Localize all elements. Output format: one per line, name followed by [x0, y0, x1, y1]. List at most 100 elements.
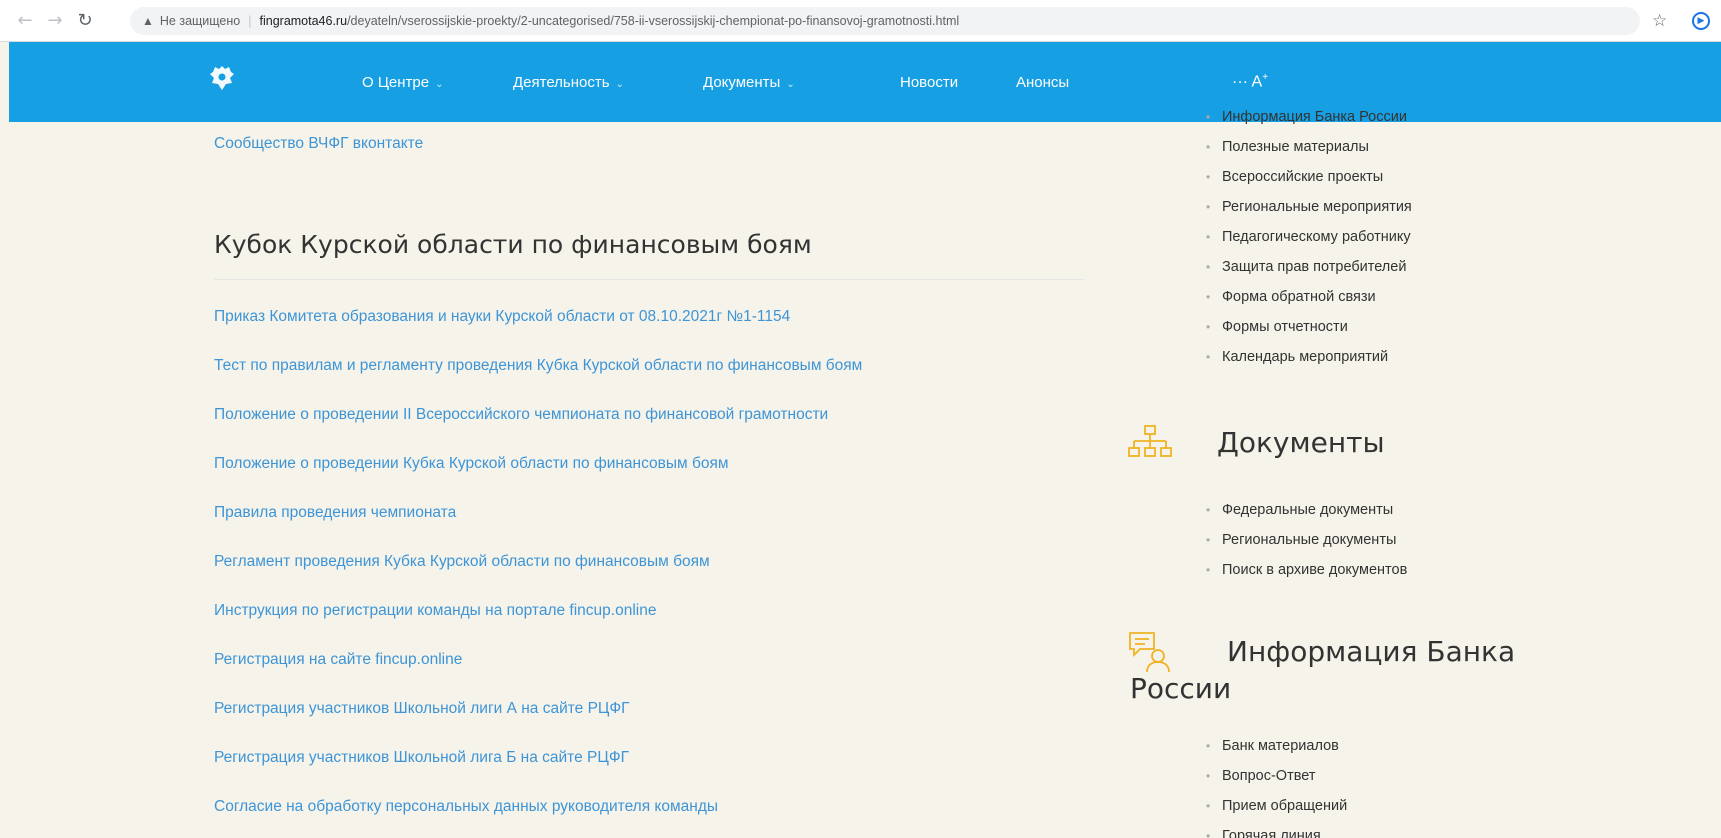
sidebar-item[interactable]: • Региональные документы [1206, 525, 1407, 555]
sidebar-bank-title-line1: Информация Банка [1227, 635, 1516, 668]
menu-announcements[interactable]: Анонсы [1016, 74, 1069, 91]
menu-activity-label: Деятельность [513, 74, 610, 91]
list-item: Тест по правилам и регламенту проведения… [214, 355, 862, 404]
menu-news-label: Новости [900, 74, 959, 91]
menu-announcements-label: Анонсы [1016, 74, 1070, 91]
vk-community-link[interactable]: Сообщество ВЧФГ вконтакте [214, 135, 423, 153]
main-content: Сообщество ВЧФГ вконтакте Кубок Курской … [0, 109, 1721, 838]
menu-about[interactable]: О Центре ⌄ [362, 74, 444, 91]
list-item: Положение о проведении II Всероссийского… [214, 404, 862, 453]
document-link[interactable]: Положение о проведении II Всероссийского… [214, 406, 828, 423]
sidebar-item[interactable]: • Форма обратной связи [1206, 282, 1412, 312]
list-item: Правила проведения чемпионата [214, 502, 862, 551]
bullet-icon: • [1206, 563, 1211, 577]
list-item: Согласие на обработку персональных данны… [214, 796, 862, 838]
menu-documents[interactable]: Документы ⌄ [703, 74, 795, 91]
document-link-list: Приказ Комитета образования и науки Курс… [214, 306, 862, 838]
sidebar-item-label: Прием обращений [1222, 798, 1348, 814]
sidebar-item[interactable]: • Всероссийские проекты [1206, 162, 1412, 192]
sidebar-item[interactable]: • Поиск в архиве документов [1206, 555, 1407, 585]
bullet-icon: • [1206, 140, 1211, 154]
bullet-icon: • [1206, 320, 1211, 334]
sidebar-item[interactable]: • Формы отчетности [1206, 312, 1412, 342]
sidebar-activity-list: • Информация Банка России • Полезные матер… [1206, 102, 1412, 372]
sidebar-item-label: Горячая линия [1222, 828, 1321, 838]
sidebar-item-label: Федеральные документы [1222, 502, 1394, 518]
bullet-icon: • [1206, 829, 1211, 838]
url-path: /deyateln/vserossijskie-proekty/2-uncate… [347, 14, 960, 28]
section-title: Кубок Курской области по финансовым боям [214, 230, 812, 259]
accessibility-label: ··· A [1232, 73, 1263, 91]
document-link[interactable]: Приказ Комитета образования и науки Курс… [214, 308, 790, 325]
document-link[interactable]: Регламент проведения Кубка Курской облас… [214, 553, 710, 570]
sidebar-item[interactable]: • Полезные материалы [1206, 132, 1412, 162]
list-item: Регламент проведения Кубка Курской облас… [214, 551, 862, 600]
accessibility-toggle[interactable]: ··· A+ [1232, 72, 1268, 91]
sidebar-item-label: Защита прав потребителей [1222, 259, 1407, 275]
insecure-label: Не защищено [159, 14, 241, 28]
chevron-down-icon: ⌄ [435, 79, 444, 90]
sidebar-item[interactable]: • Защита прав потребителей [1206, 252, 1412, 282]
sidebar-bank-title-line2: России [1130, 672, 1232, 705]
sidebar-documents-list: • Федеральные документы • Региональные док… [1206, 495, 1407, 585]
bullet-icon: • [1206, 200, 1211, 214]
chat-support-icon [1129, 632, 1170, 673]
bullet-icon: • [1206, 769, 1211, 783]
menu-news[interactable]: Новости [900, 74, 958, 91]
sidebar-item-label: Педагогическому работнику [1222, 229, 1411, 245]
list-item: Положение о проведении Кубка Курской обл… [214, 453, 862, 502]
menu-activity[interactable]: Деятельность ⌄ [513, 74, 624, 91]
bullet-icon: • [1206, 799, 1211, 813]
sidebar-item-label: Региональные документы [1222, 532, 1397, 548]
address-separator: | [248, 14, 252, 28]
bullet-icon: • [1206, 170, 1211, 184]
sidebar-item[interactable]: • Вопрос-Ответ [1206, 761, 1347, 791]
list-item: Регистрация на сайте fincup.online [214, 649, 862, 698]
menu-about-label: О Центре [362, 74, 430, 91]
sidebar-item[interactable]: • Горячая линия [1206, 821, 1347, 838]
sidebar-item-label: Информация Банка России [1222, 109, 1407, 125]
list-item: Регистрация участников Школьной лиги А н… [214, 698, 862, 747]
sidebar-item[interactable]: • Региональные мероприятия [1206, 192, 1412, 222]
reload-icon[interactable]: ↻ [70, 6, 100, 36]
document-link[interactable]: Тест по правилам и регламенту проведения… [214, 357, 862, 374]
bookmark-star-icon[interactable]: ☆ [1652, 11, 1667, 31]
forward-arrow-icon[interactable]: → [40, 6, 70, 36]
warning-icon: ▲ [142, 14, 154, 28]
sidebar-item[interactable]: • Банк материалов [1206, 731, 1347, 761]
document-link[interactable]: Правила проведения чемпионата [214, 504, 456, 521]
document-link[interactable]: Регистрация участников Школьной лиги А н… [214, 700, 630, 717]
bullet-icon: • [1206, 350, 1211, 364]
sidebar-item[interactable]: • Федеральные документы [1206, 495, 1407, 525]
bullet-icon: • [1206, 739, 1211, 753]
back-arrow-icon[interactable]: ← [10, 6, 40, 36]
document-link[interactable]: Регистрация участников Школьной лига Б н… [214, 749, 629, 766]
sitemap-icon [1128, 425, 1172, 457]
sidebar-item-label: Всероссийские проекты [1222, 169, 1384, 185]
accessibility-sup: + [1262, 72, 1269, 83]
sidebar-item[interactable]: • Информация Банка России [1206, 102, 1412, 132]
bullet-icon: • [1206, 290, 1211, 304]
document-link[interactable]: Регистрация на сайте fincup.online [214, 651, 462, 668]
address-bar[interactable]: ▲ Не защищено | fingramota46.ru/deyateln… [130, 7, 1640, 35]
sidebar-item-label: Вопрос-Ответ [1222, 768, 1316, 784]
chevron-down-icon: ⌄ [786, 79, 795, 90]
emblem-icon[interactable] [209, 64, 235, 92]
extension-icon[interactable]: ▶ [1692, 12, 1710, 30]
sidebar-item-label: Поиск в архиве документов [1222, 562, 1408, 578]
document-link[interactable]: Инструкция по регистрации команды на пор… [214, 602, 656, 619]
site-header: О Центре ⌄ Деятельность ⌄ Документы ⌄ Новос… [9, 42, 1721, 122]
sidebar-item-label: Полезные материалы [1222, 139, 1369, 155]
bullet-icon: • [1206, 533, 1211, 547]
bullet-icon: • [1206, 260, 1211, 274]
sidebar-item[interactable]: • Календарь мероприятий [1206, 342, 1412, 372]
bullet-icon: • [1206, 230, 1211, 244]
list-item: Регистрация участников Школьной лига Б н… [214, 747, 862, 796]
sidebar-bank-list: • Банк материалов • Вопрос-Ответ • Прием об… [1206, 731, 1347, 838]
sidebar-item[interactable]: • Прием обращений [1206, 791, 1347, 821]
url-host: fingramota46.ru [259, 14, 348, 28]
document-link[interactable]: Положение о проведении Кубка Курской обл… [214, 455, 729, 472]
sidebar-item-label: Календарь мероприятий [1222, 349, 1389, 365]
sidebar-item[interactable]: • Педагогическому работнику [1206, 222, 1412, 252]
document-link[interactable]: Согласие на обработку персональных данны… [214, 798, 718, 815]
